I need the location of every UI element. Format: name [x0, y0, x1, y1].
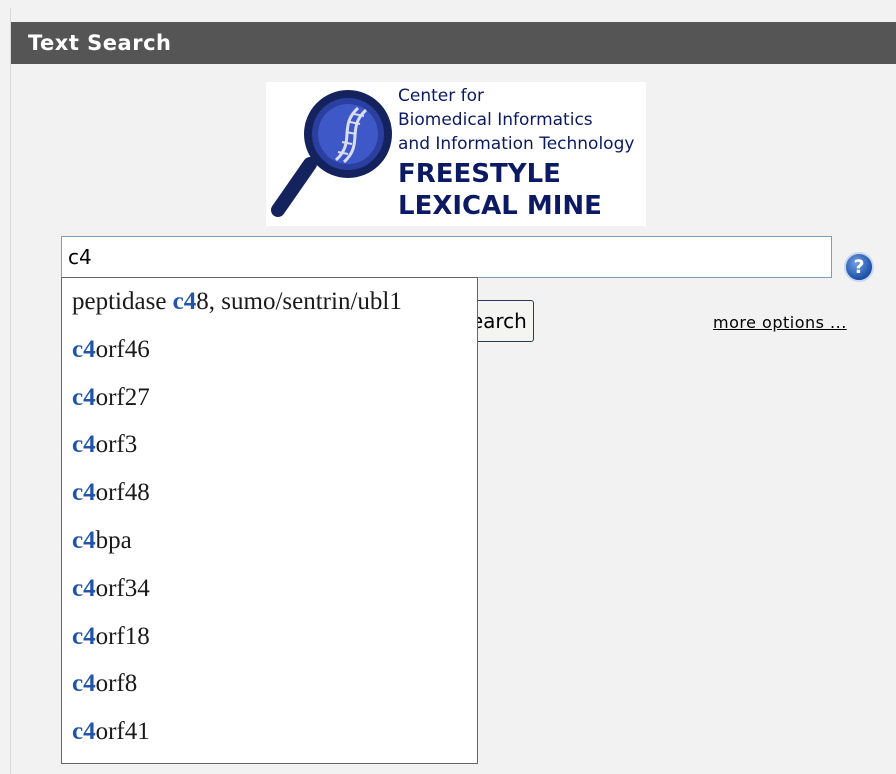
suggestion-match: c4 — [72, 383, 96, 411]
suggestion-match: c4 — [72, 479, 96, 507]
suggestion-match: c4 — [72, 574, 96, 602]
search-input[interactable] — [61, 236, 832, 278]
logo-line-freestyle: FREESTYLE — [398, 159, 561, 189]
suggestion-text-after: orf46 — [95, 335, 150, 363]
logo-line-center: Center for — [398, 86, 484, 106]
suggestion-text-after: orf41 — [95, 718, 150, 746]
suggestion-item[interactable]: c4orf8 — [62, 660, 477, 708]
suggestion-text-after: orf48 — [95, 479, 150, 507]
suggestion-text-after: orf3 — [95, 431, 138, 459]
suggestion-match: c4 — [72, 718, 96, 746]
suggestion-item[interactable]: c4orf3 — [62, 421, 477, 469]
suggestion-text-after: bpa — [95, 526, 132, 554]
suggestion-text-after: orf8 — [95, 670, 138, 698]
question-icon[interactable]: ? — [844, 252, 874, 282]
suggestion-item[interactable]: c4orf34 — [62, 565, 477, 613]
suggestion-match: c4 — [72, 526, 96, 554]
text-search-panel: Text Search Center for Biomedical Inform… — [10, 8, 896, 774]
suggestion-text-after: orf34 — [95, 574, 150, 602]
suggestion-item[interactable]: c4orf46 — [62, 326, 477, 374]
suggestion-text-after: orf18 — [95, 622, 150, 650]
logo-line-biomedical: Biomedical Informatics — [398, 110, 593, 130]
suggestion-item[interactable]: c4bpa — [62, 517, 477, 565]
panel-title: Text Search — [11, 22, 896, 64]
more-options-link[interactable]: more options ... — [713, 313, 847, 332]
logo-line-lexical-mine: LEXICAL MINE — [398, 191, 602, 221]
suggestion-text-after: orf27 — [95, 383, 150, 411]
suggestion-item[interactable]: c4orf27 — [62, 374, 477, 422]
suggestion-item[interactable]: c4orf48 — [62, 469, 477, 517]
freestyle-lexical-mine-logo: Center for Biomedical Informatics and In… — [266, 82, 646, 226]
suggestion-text-before: peptidase — [72, 288, 173, 315]
suggestion-item[interactable]: c4orf18 — [62, 613, 477, 661]
suggestion-item[interactable]: peptidase c48, sumo/sentrin/ubl1 — [62, 278, 477, 326]
suggestion-match: c4 — [72, 335, 96, 363]
logo-line-information: and Information Technology — [398, 134, 635, 154]
suggestion-match: c4 — [72, 622, 96, 650]
suggestion-text-after: 8, sumo/sentrin/ubl1 — [196, 288, 402, 315]
suggestion-match: c4 — [172, 288, 197, 315]
suggestion-item[interactable]: c4orf41 — [62, 708, 477, 756]
suggestion-match: c4 — [72, 431, 96, 459]
suggestion-match: c4 — [72, 670, 96, 698]
magnifier-logo-icon — [271, 90, 392, 217]
autocomplete-dropdown: peptidase c48, sumo/sentrin/ubl1 c4orf46 c… — [61, 277, 478, 764]
